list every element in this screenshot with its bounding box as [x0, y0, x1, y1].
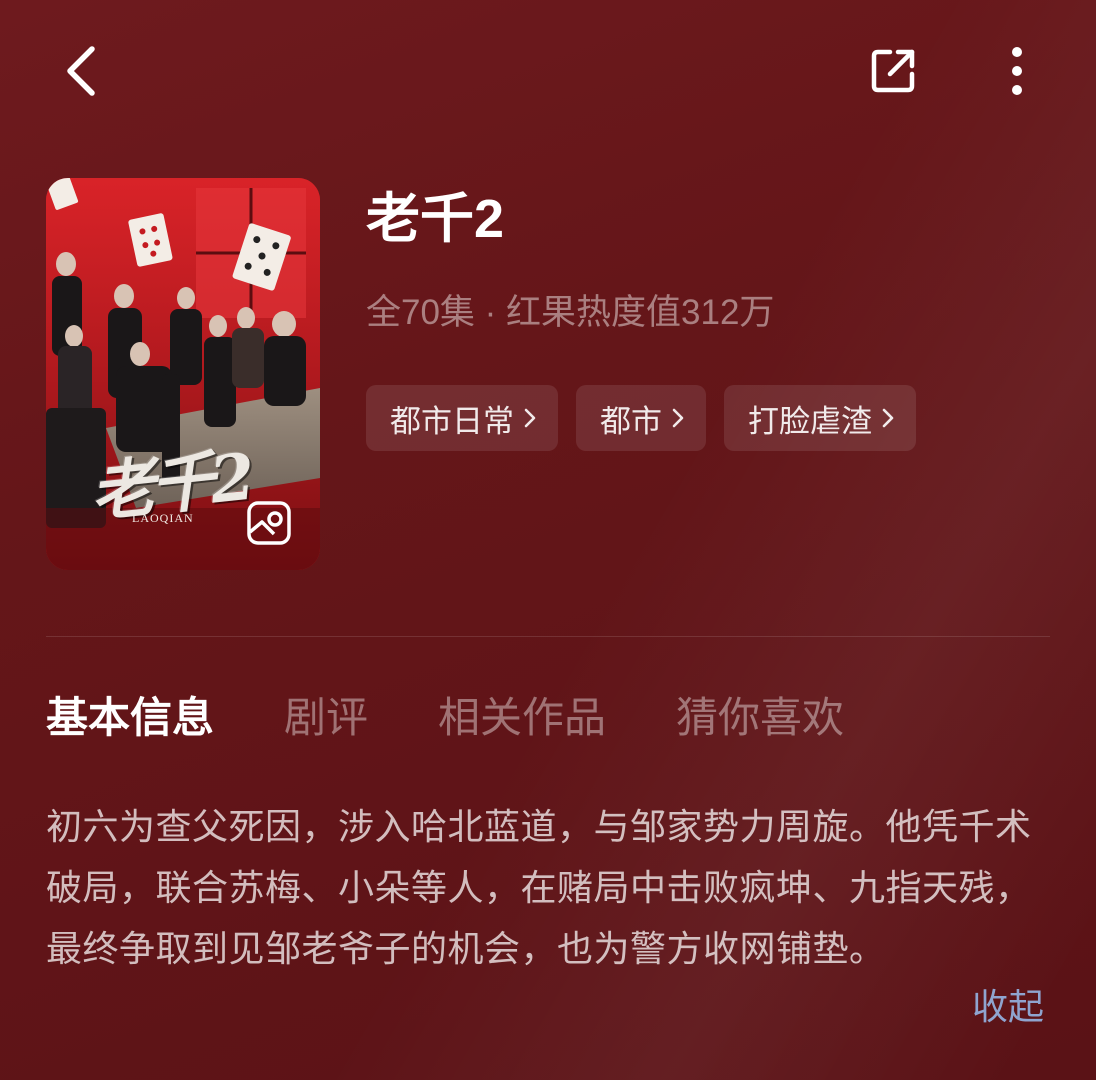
share-button[interactable]: [860, 38, 926, 104]
poster-image[interactable]: 老千2 LAOQIAN: [46, 178, 320, 570]
more-vertical-icon: [1012, 47, 1022, 95]
tag-label: 都市日常: [390, 403, 514, 439]
synopsis-text: 初六为查父死因，涉入哈北蓝道，与邹家势力周旋。他凭千术破局，联合苏梅、小朵等人，…: [46, 806, 1032, 969]
tag-label: 都市: [600, 403, 662, 439]
tab-recommendations[interactable]: 猜你喜欢: [676, 688, 844, 748]
back-button[interactable]: [50, 36, 114, 106]
chevron-right-icon: [524, 408, 536, 428]
chevron-left-icon: [67, 46, 95, 96]
image-gallery-icon[interactable]: [246, 500, 292, 546]
chevron-right-icon: [882, 408, 894, 428]
episode-and-popularity: 全70集 · 红果热度值312万: [366, 293, 775, 332]
tag-button[interactable]: 都市: [576, 385, 706, 451]
tag-label: 打脸虐渣: [748, 403, 872, 439]
tag-button[interactable]: 都市日常: [366, 385, 558, 451]
more-button[interactable]: [990, 38, 1044, 104]
drama-title: 老千2: [366, 189, 505, 249]
chevron-right-icon: [672, 408, 684, 428]
poster-subtitle-art: LAOQIAN: [132, 511, 194, 525]
section-divider: [46, 636, 1050, 637]
tab-reviews[interactable]: 剧评: [284, 688, 368, 748]
genre-tags: 都市日常 都市 打脸虐渣: [366, 385, 916, 451]
info-tabs: 基本信息 剧评 相关作品 猜你喜欢: [46, 688, 914, 748]
tag-button[interactable]: 打脸虐渣: [724, 385, 916, 451]
share-icon: [871, 49, 915, 93]
tab-related-works[interactable]: 相关作品: [438, 688, 606, 748]
tab-basic-info[interactable]: 基本信息: [46, 688, 214, 748]
collapse-link[interactable]: 收起: [972, 982, 1044, 1032]
